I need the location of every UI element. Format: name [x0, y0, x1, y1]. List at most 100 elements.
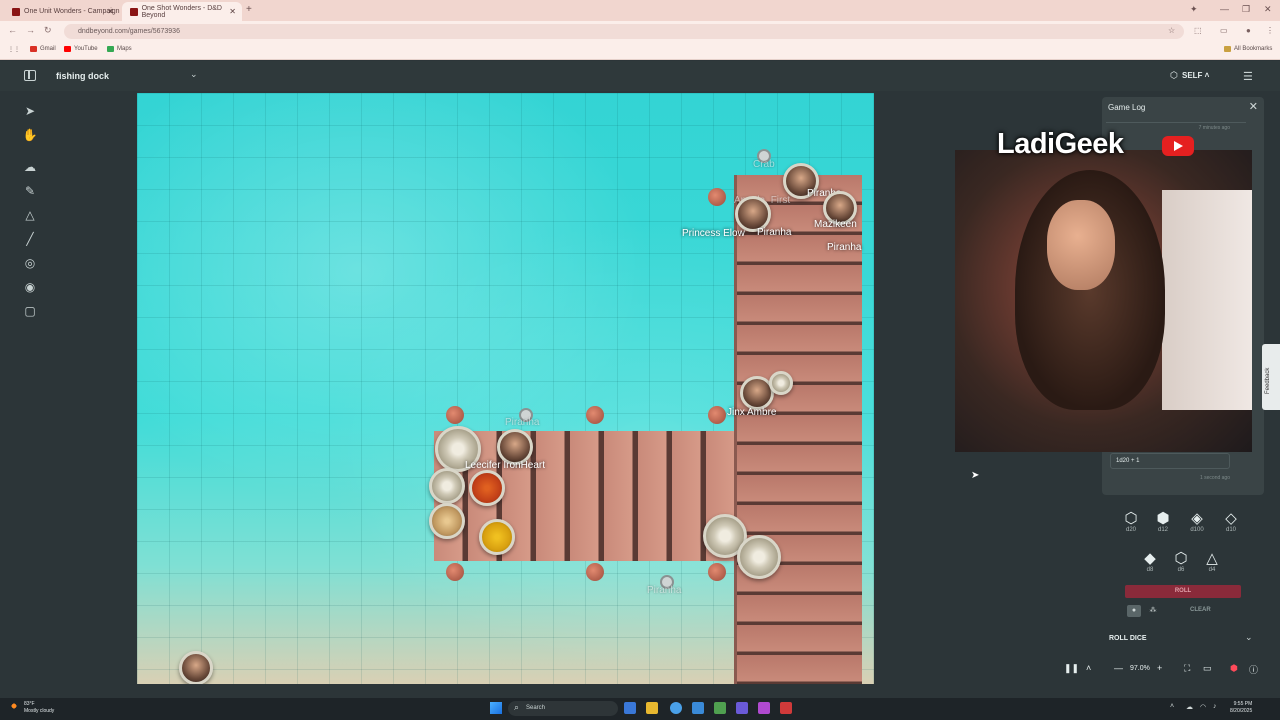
reload-icon[interactable]: ↻ — [44, 25, 52, 36]
youtube-logo-icon — [1162, 136, 1194, 156]
pause-icon[interactable]: ❚❚ — [1064, 663, 1079, 674]
cam-background — [1162, 190, 1252, 410]
info-icon[interactable]: ⓘ — [1249, 663, 1258, 676]
app-icon[interactable] — [758, 702, 770, 714]
store-icon[interactable] — [692, 702, 704, 714]
map-name: fishing dock — [56, 71, 110, 81]
token-label: Princess Elow — [682, 228, 745, 239]
chevron-down-icon[interactable]: ⌄ — [1245, 632, 1253, 643]
minimize-icon[interactable]: — — [1220, 4, 1229, 14]
tray-chevron-icon[interactable]: ˄ — [1170, 703, 1174, 710]
crate-token[interactable] — [429, 503, 465, 539]
d4-button[interactable]: △ d4 — [1200, 550, 1224, 574]
android-icon[interactable] — [714, 702, 726, 714]
browser-tab-bar: One Unit Wonders - Campaign ✕ One Shot W… — [0, 0, 1280, 21]
d10-icon: ◇ — [1225, 510, 1237, 527]
browser-tab[interactable]: One Unit Wonders - Campaign ✕ — [4, 2, 120, 21]
profile-icon[interactable]: ● — [1246, 26, 1251, 35]
roll-self-icon[interactable]: ● — [1127, 605, 1141, 617]
streamer-webcam — [955, 150, 1252, 452]
close-window-icon[interactable]: ✕ — [1264, 4, 1272, 15]
ruler-icon[interactable]: ╱ — [22, 231, 38, 247]
dice-icon[interactable]: ⬢ — [1230, 663, 1238, 674]
fullscreen-icon[interactable]: ⛶ — [1184, 663, 1190, 674]
barrel-token[interactable] — [737, 535, 781, 579]
bookmark-gmail[interactable]: Gmail — [30, 46, 56, 52]
barrel-token[interactable] — [769, 371, 793, 395]
taskbar-clock[interactable]: 9:55 PM 8/20/2025 — [1230, 701, 1252, 715]
menu-icon[interactable]: ☰ — [1243, 70, 1253, 83]
sidebar-toggle-icon[interactable] — [24, 70, 36, 81]
log-entry — [1106, 115, 1246, 123]
close-tab-icon[interactable]: ✕ — [229, 7, 236, 16]
close-icon[interactable]: ✕ — [1249, 100, 1258, 113]
roll-dice-header[interactable]: ROLL DICE — [1109, 635, 1147, 642]
browser-tab-active[interactable]: One Shot Wonders - D&D Beyond ✕ — [122, 2, 242, 21]
zoom-out-icon[interactable]: — — [1114, 663, 1123, 673]
roll-group-icon[interactable]: ⁂ — [1146, 605, 1160, 617]
d4-icon: △ — [1206, 550, 1218, 567]
obs-icon[interactable] — [780, 702, 792, 714]
copilot-icon[interactable] — [624, 702, 636, 714]
new-tab-icon[interactable]: + — [246, 4, 252, 15]
windows-start-icon[interactable] — [490, 702, 502, 714]
select-icon[interactable]: ➤ — [22, 103, 38, 119]
d20-button[interactable]: ⬡ d20 — [1119, 510, 1143, 534]
zoom-level: 97.0% — [1130, 665, 1150, 672]
back-icon[interactable]: ← — [8, 25, 17, 35]
zoom-in-icon[interactable]: + — [1157, 663, 1162, 673]
discord-icon[interactable] — [736, 702, 748, 714]
taskbar-search[interactable]: Search — [508, 701, 618, 716]
d8-button[interactable]: ◆ d8 — [1138, 551, 1162, 574]
volume-icon[interactable]: ♪ — [1213, 703, 1217, 710]
player-token[interactable] — [179, 651, 213, 684]
cast-icon[interactable]: ▭ — [1220, 26, 1228, 35]
youtube-icon — [64, 46, 71, 52]
all-bookmarks[interactable]: All Bookmarks — [1224, 46, 1272, 52]
crate-token[interactable] — [469, 470, 505, 506]
fog-icon[interactable]: ☁ — [22, 159, 38, 175]
d20-icon: ⬡ — [1124, 510, 1138, 527]
extensions-icon[interactable]: ⬚ — [1194, 26, 1202, 35]
d10-button[interactable]: ◇ d10 — [1219, 510, 1243, 534]
feedback-tab[interactable]: Feedback — [1262, 344, 1280, 410]
token-label: Leecifer IronHeart — [465, 460, 546, 471]
d6-button[interactable]: ⬡ d6 — [1169, 551, 1193, 574]
weather-widget[interactable]: 83°F Mostly cloudy — [24, 701, 54, 715]
shapes-icon[interactable]: △ — [22, 207, 38, 223]
map-select-chevron-icon[interactable]: ⌄ — [190, 69, 198, 80]
draw-icon[interactable]: ✎ — [22, 183, 38, 199]
note-icon[interactable]: ▢ — [22, 303, 38, 319]
bookmark-maps[interactable]: Maps — [107, 46, 132, 52]
extension-icon[interactable]: ✦ — [1190, 4, 1198, 15]
stream-brand: LadiGeek — [997, 128, 1124, 160]
barrel-token[interactable] — [429, 468, 465, 504]
url-field[interactable]: dndbeyond.com/games/5673936 — [64, 24, 1184, 39]
crate-token[interactable] — [479, 519, 515, 555]
d100-button[interactable]: ◈ d100 — [1185, 511, 1209, 534]
view-mode-select[interactable]: SELF ˄ — [1182, 71, 1209, 80]
roll-button[interactable]: ROLL — [1125, 585, 1241, 598]
wifi-icon[interactable]: ◠ — [1200, 703, 1206, 711]
file-explorer-icon[interactable] — [646, 702, 658, 714]
target-icon[interactable]: ◎ — [22, 255, 38, 271]
browser-menu-icon[interactable]: ⋮ — [1266, 26, 1274, 35]
token-label: Mazikeen — [814, 219, 857, 230]
tab-label: One Unit Wonders - Campaign — [24, 8, 120, 15]
star-icon[interactable]: ☆ — [1168, 26, 1175, 35]
tray-cloud-icon[interactable]: ☁ — [1186, 703, 1193, 711]
chevron-up-icon[interactable]: ˄ — [1086, 663, 1091, 673]
d12-button[interactable]: ⬢ d12 — [1151, 511, 1175, 534]
clear-button[interactable]: CLEAR — [1190, 607, 1211, 613]
maximize-icon[interactable]: ❐ — [1242, 4, 1250, 15]
chrome-icon[interactable] — [670, 702, 682, 714]
hand-icon[interactable]: ✋ — [22, 127, 38, 143]
bookmark-youtube[interactable]: YouTube — [64, 46, 98, 52]
log-timestamp: 7 minutes ago — [1198, 125, 1230, 131]
forward-icon[interactable]: → — [26, 25, 35, 35]
apps-icon[interactable]: ⋮⋮ — [8, 46, 20, 53]
close-tab-icon[interactable]: ✕ — [107, 7, 114, 16]
screen-icon[interactable]: ▭ — [1203, 663, 1212, 674]
token-icon[interactable]: ◉ — [22, 279, 38, 295]
battle-map[interactable]: Crab Piranha Angela, First Princess Elow… — [137, 93, 874, 684]
